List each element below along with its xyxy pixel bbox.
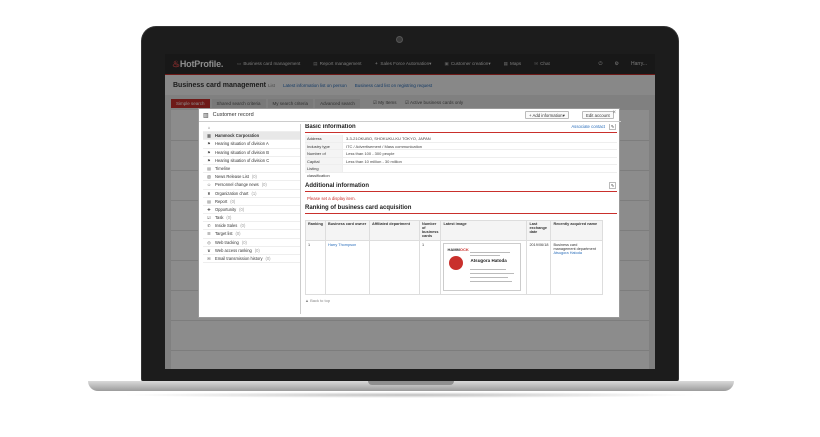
sidebar-home[interactable]: ⌂ xyxy=(203,124,300,133)
sidebar-item-inside-sales[interactable]: ✆ Inside Sales (0) xyxy=(203,222,300,231)
modal-title: Customer record xyxy=(212,112,254,118)
sidebar-item-hearing-c[interactable]: ⚑ Hearing situation of division C xyxy=(203,157,300,165)
kv-industry: Industry type ITC / Advertisement / Mass … xyxy=(305,142,617,150)
display-item-note: Please set a display item. xyxy=(307,195,356,201)
sidebar-item-org-chart[interactable]: ♜ Organization chart (1) xyxy=(203,190,300,198)
associate-contact-link[interactable]: Associate contact xyxy=(571,124,605,129)
ranking-icon: ♛ xyxy=(207,247,211,253)
sidebar-item-web-ranking[interactable]: ♛ Web access ranking (0) xyxy=(203,247,300,255)
close-icon[interactable]: × xyxy=(612,110,616,116)
add-information-button[interactable]: + Add information▾ xyxy=(525,111,569,119)
phone-icon: ✆ xyxy=(207,223,211,229)
sidebar-item-hearing-b[interactable]: ⚑ Hearing situation of division B xyxy=(203,149,300,157)
business-card-image[interactable]: HAMMOCK Atsugora Hatoda xyxy=(443,242,522,291)
card-text-line xyxy=(470,272,515,274)
card-text-line xyxy=(470,254,501,256)
ranking-heading: Ranking of business card acquisition xyxy=(305,205,617,214)
webcam xyxy=(396,36,403,43)
globe-icon: ◎ xyxy=(207,239,211,245)
kv-address: Address 3-3-21OKUBO, SHOKUKU-KU TOKYO, JA… xyxy=(305,135,617,143)
flag-icon: ⚑ xyxy=(207,141,211,147)
ranking-header-row: Ranking Business card owner Affiliated d… xyxy=(305,219,603,241)
owner-link[interactable]: Harry Thompson xyxy=(328,243,356,247)
card-text-line xyxy=(470,280,513,282)
edit-icon[interactable]: ✎ xyxy=(609,124,616,130)
opportunity-icon: ✚ xyxy=(207,206,211,212)
laptop-shadow xyxy=(120,392,700,398)
customer-record-modal: ▥ Customer record + Add information▾ Edi… xyxy=(198,108,621,318)
laptop-notch xyxy=(368,381,454,385)
timeline-icon: ▤ xyxy=(207,165,211,171)
document-icon: ▤ xyxy=(207,198,211,204)
ranking-table: Ranking Business card owner Affiliated d… xyxy=(305,219,603,295)
building-icon: ▥ xyxy=(207,133,211,139)
list-icon: ☰ xyxy=(207,231,211,237)
back-to-top-link[interactable]: ▲ Back to top xyxy=(305,295,617,303)
news-icon: ▧ xyxy=(207,174,211,180)
card-text-line xyxy=(470,276,509,278)
additional-info-heading: Additional information ✎ xyxy=(305,181,617,192)
table-row: 1 Harry Thompson 1 HAMMOCK Atsugora Hato… xyxy=(305,239,603,295)
task-icon: ☑ xyxy=(207,215,211,221)
basic-info-table: Address 3-3-21OKUBO, SHOKUKU-KU TOKYO, JA… xyxy=(305,135,617,178)
laptop-mockup: ♨HotProfile. ▭ Business card management ▤… xyxy=(0,0,820,437)
sidebar-item-email-history[interactable]: ✉ Email transmission history (0) xyxy=(203,255,300,264)
flag-icon: ⚑ xyxy=(207,157,211,163)
sidebar-item-task[interactable]: ☑ Task (0) xyxy=(203,214,300,223)
card-mascot-icon xyxy=(449,255,464,270)
record-sidebar: ⌂ ▥ Hammock Corporation ⚑ Hearing situatio… xyxy=(203,124,301,314)
person-icon: ☺ xyxy=(206,182,212,188)
sidebar-item-target-list[interactable]: ☰ Target list (0) xyxy=(203,230,300,239)
sidebar-item-personnel[interactable]: ☺ Personnel change news (0) xyxy=(203,181,300,190)
home-icon: ⌂ xyxy=(207,125,211,130)
sidebar-item-report[interactable]: ▤ Report (0) xyxy=(203,198,300,206)
sidebar-item-web-tracking[interactable]: ◎ Web tracking (0) xyxy=(203,239,300,247)
edit-icon[interactable]: ✎ xyxy=(609,181,616,189)
card-name: Atsugora Hatoda xyxy=(470,257,507,263)
sidebar-item-hearing-a[interactable]: ⚑ Hearing situation of division A xyxy=(203,140,300,149)
org-chart-icon: ♜ xyxy=(207,190,211,196)
sidebar-item-company[interactable]: ▥ Hammock Corporation xyxy=(203,132,300,141)
kv-capital: Capital Less than 10 million - 30 million xyxy=(305,157,617,165)
edit-account-button[interactable]: Edit account xyxy=(582,111,614,119)
building-icon: ▥ xyxy=(203,112,209,119)
sidebar-item-timeline[interactable]: ▤ Timeline xyxy=(203,165,300,174)
card-text-line xyxy=(470,251,511,253)
sidebar-item-opportunity[interactable]: ✚ Opportunity (0) xyxy=(203,206,300,215)
flag-icon: ⚑ xyxy=(207,149,211,155)
card-text-line xyxy=(470,268,507,270)
mail-icon: ✉ xyxy=(207,256,211,261)
record-main-panel: Basic information Associate contact ✎ Ad… xyxy=(305,124,617,314)
kv-listing: Listing classification xyxy=(305,165,617,178)
card-logo: HAMMOCK xyxy=(447,246,469,252)
app-screen: ♨HotProfile. ▭ Business card management ▤… xyxy=(165,54,655,369)
sidebar-item-news[interactable]: ▧ News Release List (0) xyxy=(203,173,300,182)
recent-name-link[interactable]: Atsugora Hatoda xyxy=(553,251,582,255)
kv-employees: Number of employeesLess than 100 - 300 p… xyxy=(305,150,617,163)
basic-info-heading: Basic information Associate contact ✎ xyxy=(305,124,617,133)
